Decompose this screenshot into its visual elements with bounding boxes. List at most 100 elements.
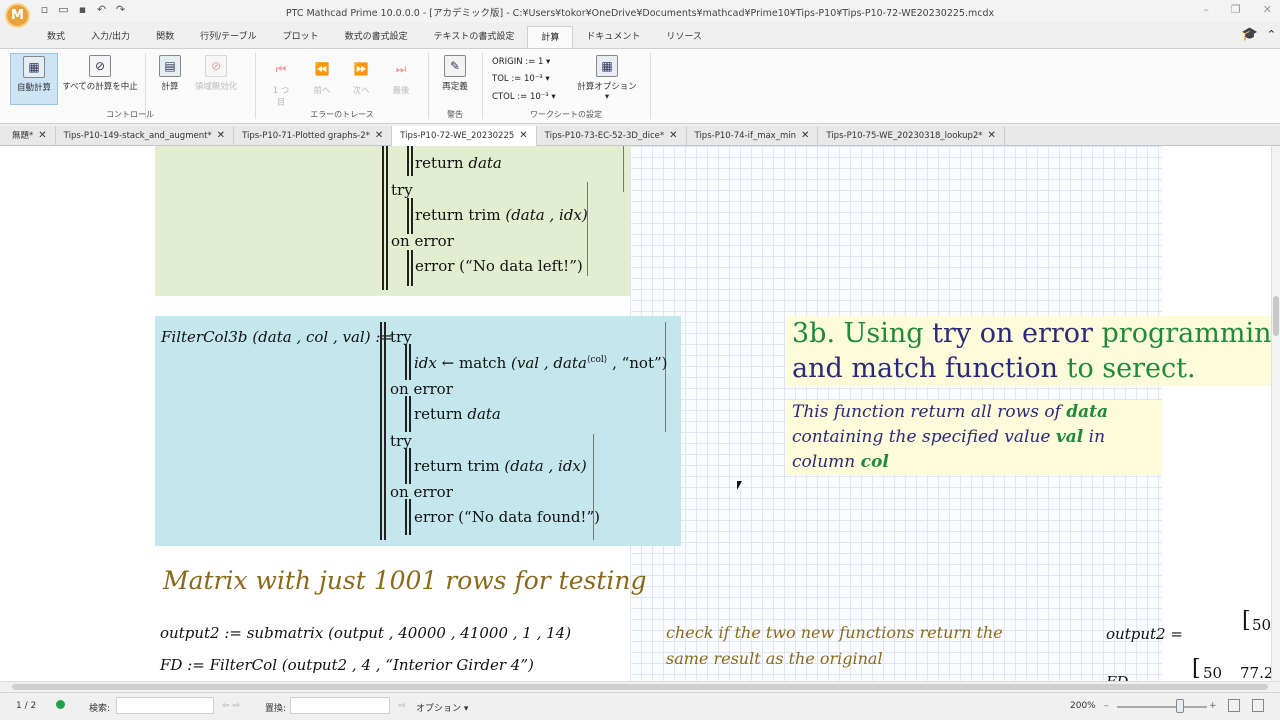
doc-tab[interactable]: 無題* ✕: [4, 126, 56, 146]
program-bar: [411, 198, 413, 234]
function-description[interactable]: This function return all rows of data co…: [786, 400, 1162, 475]
scroll-thumb[interactable]: [1273, 296, 1279, 336]
minimize-button[interactable]: –: [1203, 3, 1209, 16]
search-input[interactable]: [116, 697, 214, 714]
math-line[interactable]: error (“No data left!”): [415, 257, 583, 275]
tab-document[interactable]: ドキュメント: [573, 26, 653, 48]
evaluation-output2[interactable]: output2 =: [1106, 625, 1183, 643]
search-prev-icon[interactable]: ⇦ ⇨: [222, 701, 240, 711]
redefine-button[interactable]: ✎ 再定義: [436, 55, 474, 92]
program-region-filtercol3b[interactable]: FilterCol3b (data , col , val) := try id…: [155, 316, 681, 546]
origin-setting[interactable]: ORIGIN := 1 ▾: [492, 57, 550, 67]
equation-output2[interactable]: output2 := submatrix (output , 40000 , 4…: [160, 624, 571, 642]
zoom-in-icon[interactable]: +: [1209, 701, 1217, 711]
tab-math-formatting[interactable]: 数式の書式設定: [332, 26, 421, 48]
equation-fd[interactable]: FD := FilterCol (output2 , 4 , “Interior…: [160, 656, 534, 674]
program-bar: [409, 499, 411, 535]
math-line[interactable]: on error: [391, 232, 454, 250]
tab-calculation[interactable]: 計算: [527, 26, 574, 48]
matrix-bracket: [: [1242, 608, 1251, 633]
close-tab-icon[interactable]: ✕: [217, 130, 225, 141]
program-bar: [380, 322, 382, 540]
close-tab-icon[interactable]: ✕: [669, 130, 677, 141]
divider: [482, 53, 483, 119]
calc-options-button[interactable]: ▦ 計算オプション ▾: [574, 55, 640, 102]
new-file-icon[interactable]: ▫: [38, 3, 51, 16]
restore-button[interactable]: ❐: [1231, 3, 1241, 16]
trace-next-button[interactable]: ⏩ 次へ: [344, 59, 378, 96]
doc-tab[interactable]: Tips-P10-74-if_max_min ✕: [687, 126, 819, 146]
program-bar: [407, 250, 409, 286]
close-tab-icon[interactable]: ✕: [988, 130, 996, 141]
ribbon-collapse-icon[interactable]: ⌃: [1267, 28, 1276, 41]
math-line[interactable]: return trim (data , idx): [415, 206, 588, 224]
trace-first-button[interactable]: ⏮ 1 つ目: [266, 59, 296, 108]
tab-functions[interactable]: 関数: [143, 26, 187, 48]
redefine-warning-icon: ✎: [444, 55, 466, 77]
math-line[interactable]: error (“No data found!”): [414, 508, 600, 526]
stop-all-calc-button[interactable]: ⊘ すべての計算を中止: [62, 55, 138, 92]
page-view-icon[interactable]: [1228, 699, 1240, 712]
math-line-match[interactable]: idx ← match (val , data⟨col⟩ , “not”): [414, 354, 668, 372]
close-tab-icon[interactable]: ✕: [801, 130, 809, 141]
replace-icon[interactable]: ⇨: [398, 701, 406, 711]
math-line[interactable]: return data: [414, 405, 501, 423]
doc-tab[interactable]: Tips-P10-149-stack_and_augment* ✕: [56, 126, 235, 146]
tab-text-formatting[interactable]: テキストの書式設定: [421, 26, 528, 48]
tab-plots[interactable]: プロット: [270, 26, 332, 48]
worksheet[interactable]: return data try return trim (data , idx)…: [0, 146, 1271, 681]
section-heading[interactable]: 3b. Using try on error programming and m…: [786, 316, 1271, 386]
math-line[interactable]: try: [391, 181, 413, 199]
trace-back-button[interactable]: ⏪ 前へ: [305, 59, 339, 96]
horizontal-scrollbar[interactable]: [0, 681, 1280, 692]
disable-region-icon: ⊘: [205, 55, 227, 77]
math-line[interactable]: on error: [390, 380, 453, 398]
evaluation-fd[interactable]: FD: [1106, 673, 1128, 681]
calc-button[interactable]: ▤ 計算: [156, 55, 184, 92]
tol-setting[interactable]: TOL := 10⁻³ ▾: [492, 74, 550, 84]
undo-icon[interactable]: ↶: [95, 3, 108, 16]
comment-text[interactable]: check if the two new functions return th…: [666, 620, 1003, 672]
vertical-scrollbar[interactable]: [1271, 146, 1280, 681]
math-line[interactable]: on error: [390, 483, 453, 501]
doc-tab[interactable]: Tips-P10-75-WE_20230318_lookup2* ✕: [818, 126, 1005, 146]
replace-input[interactable]: [290, 697, 390, 714]
trace-last-button[interactable]: ⏭ 最後: [384, 59, 418, 96]
close-button[interactable]: ✕: [1263, 3, 1272, 16]
disable-region-button[interactable]: ⊘ 領域無効化: [190, 55, 242, 92]
scroll-thumb[interactable]: [12, 684, 1268, 690]
zoom-out-icon[interactable]: –: [1104, 701, 1109, 711]
math-line[interactable]: return data: [415, 154, 502, 172]
options-button[interactable]: オプション ▾: [416, 701, 468, 714]
math-line[interactable]: return trim (data , idx): [414, 457, 587, 475]
close-tab-icon[interactable]: ✕: [38, 130, 46, 141]
tab-matrices[interactable]: 行列/テーブル: [187, 26, 270, 48]
section-title-matrix[interactable]: Matrix with just 1001 rows for testing: [163, 566, 646, 595]
mathcad-logo[interactable]: M: [5, 3, 30, 28]
zoom-slider[interactable]: [1117, 706, 1207, 708]
fast-forward-icon: ⏩: [353, 62, 369, 76]
tab-input-output[interactable]: 入力/出力: [78, 26, 143, 48]
doc-tab[interactable]: Tips-P10-71-Plotted graphs-2* ✕: [234, 126, 393, 146]
auto-calc-button[interactable]: ▦ 自動計算: [10, 53, 58, 105]
tab-resources[interactable]: リソース: [653, 26, 715, 48]
save-icon[interactable]: ▪: [76, 3, 89, 16]
program-region-filtercol[interactable]: return data try return trim (data , idx)…: [155, 146, 630, 296]
open-folder-icon[interactable]: ▭: [57, 3, 70, 16]
doc-tab[interactable]: Tips-P10-73-EC-52-3D_dice* ✕: [537, 126, 687, 146]
program-bar: [407, 146, 409, 176]
close-tab-icon[interactable]: ✕: [519, 130, 527, 141]
function-definition[interactable]: FilterCol3b (data , col , val) :=: [161, 328, 393, 346]
draft-view-icon[interactable]: [1252, 699, 1264, 712]
skip-end-icon: ⏭: [395, 62, 407, 76]
divider: [255, 53, 256, 119]
close-tab-icon[interactable]: ✕: [375, 130, 383, 141]
graduation-cap-icon[interactable]: 🎓: [1242, 27, 1258, 42]
zoom-slider-handle[interactable]: [1176, 699, 1184, 713]
redo-icon[interactable]: ↷: [114, 3, 127, 16]
calculator-auto-icon: ▦: [23, 56, 45, 78]
ctol-setting[interactable]: CTOL := 10⁻³ ▾: [492, 92, 556, 102]
doc-tab-active[interactable]: Tips-P10-72-WE_20230225 ✕: [392, 126, 537, 146]
tab-math[interactable]: 数式: [34, 26, 78, 48]
program-bar: [411, 250, 413, 286]
